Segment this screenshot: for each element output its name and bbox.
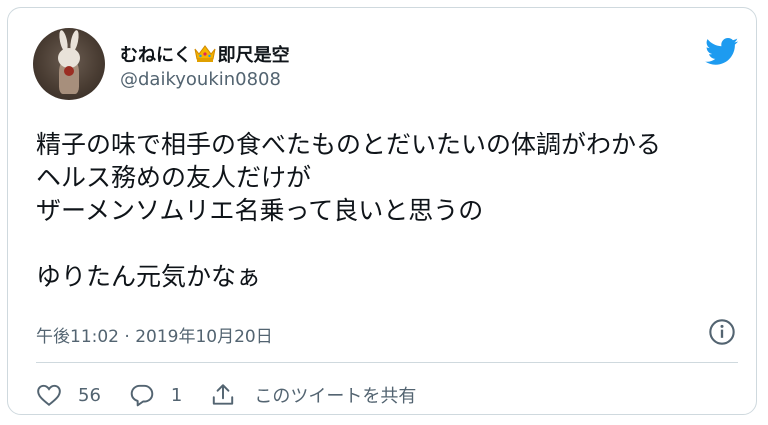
tweet-line: 精子の味で相手の食べたものとだいたいの体調がわかる	[36, 130, 662, 159]
tweet-line: ザーメンソムリエ名乗って良いと思うの	[36, 196, 484, 225]
tweet-text: 精子の味で相手の食べたものとだいたいの体調がわかる ヘルス務めの友人だけが ザー…	[36, 128, 751, 293]
share-label: このツイートを共有	[254, 386, 417, 407]
info-icon[interactable]	[708, 318, 736, 346]
divider	[36, 362, 738, 363]
avatar[interactable]	[33, 28, 105, 100]
tweet-line: ゆりたん元気かなぁ	[36, 262, 262, 291]
reply-count: 1	[170, 384, 183, 406]
heart-icon	[37, 384, 61, 406]
tweet-line: ヘルス務めの友人だけが	[36, 163, 312, 192]
crown-icon	[193, 43, 217, 68]
avatar-figure-stain	[64, 66, 74, 76]
reply-button[interactable]: 1	[129, 382, 182, 408]
share-icon	[213, 384, 234, 405]
like-button[interactable]: 56	[36, 382, 101, 408]
like-count: 56	[78, 384, 101, 406]
avatar-figure-head	[58, 48, 80, 68]
twitter-bird-icon[interactable]	[705, 38, 739, 66]
tweet-card: むねにく 即尺是空 @daikyoukin0808 精子の味で相手の食べたものとだ…	[7, 7, 757, 415]
share-button[interactable]: このツイートを共有	[210, 382, 416, 408]
display-name[interactable]: むねにく 即尺是空	[120, 41, 290, 68]
tweet-line	[36, 227, 751, 260]
user-handle[interactable]: @daikyoukin0808	[120, 69, 281, 90]
tweet-actions: 56 1 このツイートを共有	[36, 380, 444, 410]
tweet-timestamp[interactable]: 午後11:02 · 2019年10月20日	[36, 322, 273, 347]
reply-icon	[130, 384, 154, 407]
display-name-prefix: むねにく	[120, 45, 192, 66]
display-name-suffix: 即尺是空	[217, 45, 290, 66]
